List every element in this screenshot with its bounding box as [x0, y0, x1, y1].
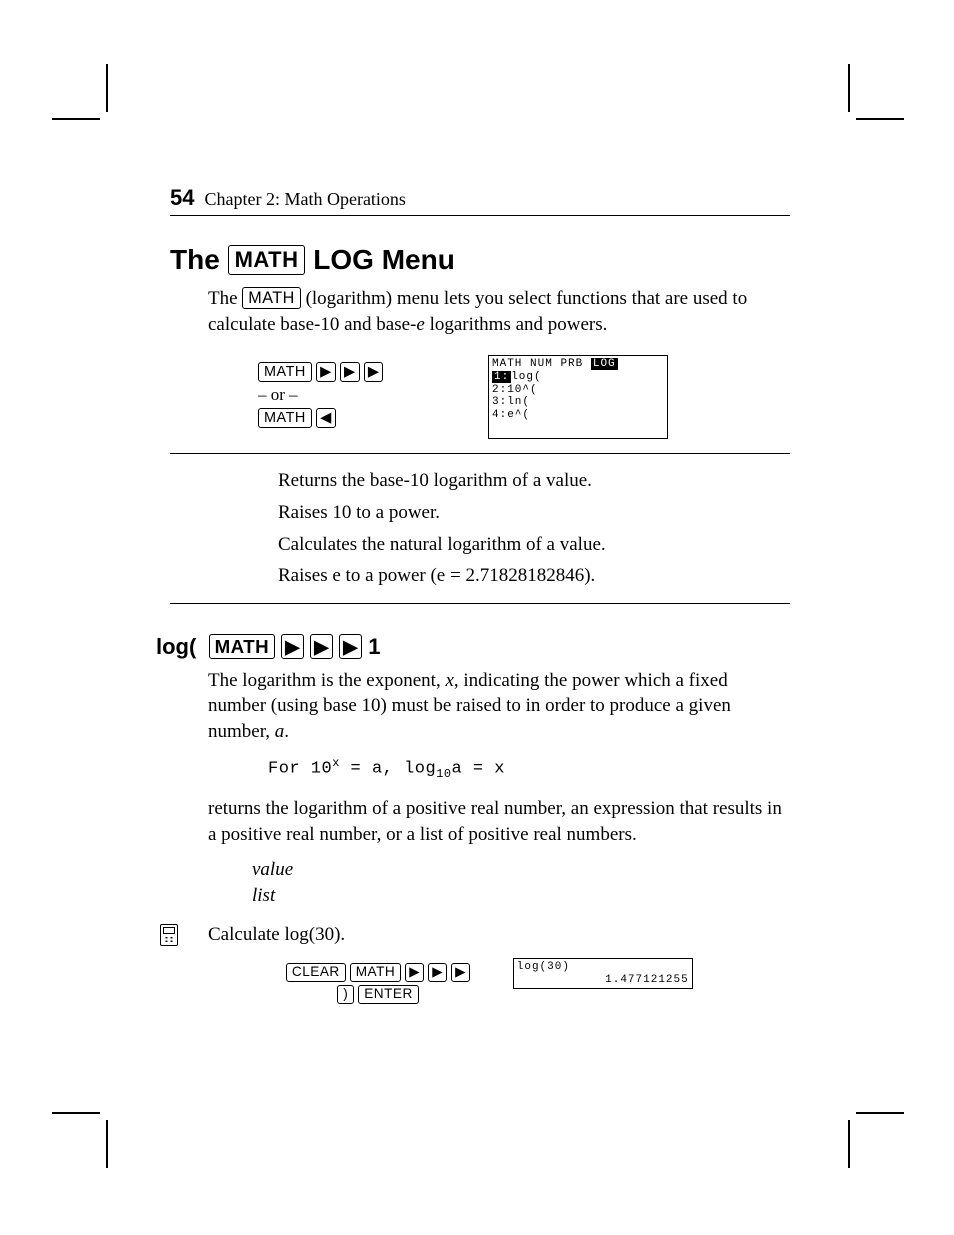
active-tab: LOG [591, 358, 618, 370]
example: Calculate log(30). CLEAR MATH ▶ ▶ ▶ ) EN… [208, 922, 790, 1005]
section-title: The MATH LOG Menu [170, 244, 790, 276]
crop-mark [106, 1120, 108, 1168]
intro-text: The MATH (logarithm) menu lets you selec… [208, 286, 790, 337]
right-arrow-key: ▶ [428, 963, 447, 982]
log-description: The logarithm is the exponent, x, indica… [208, 668, 790, 745]
right-arrow-key: ▶ [340, 362, 360, 382]
function-list: Returns the base-10 logarithm of a value… [278, 468, 790, 589]
math-key-icon: MATH [228, 245, 306, 275]
calculator-icon [160, 924, 178, 946]
right-arrow-key: ▶ [281, 634, 304, 659]
divider [170, 453, 790, 454]
menu-access-row: MATH ▶ ▶ ▶ – or – MATH ◀ MATH NUM PRB LO… [208, 355, 790, 439]
crop-mark [52, 1112, 100, 1114]
crop-mark [52, 118, 100, 120]
function-desc: Returns the base-10 logarithm of a value… [278, 468, 790, 494]
right-arrow-key: ▶ [405, 963, 424, 982]
math-key: MATH [258, 408, 312, 428]
menu-item: 2:10^( [492, 384, 664, 397]
subsection-title: log( MATH ▶ ▶ ▶ 1 [156, 634, 790, 660]
function-desc: Raises e to a power (e = 2.71828182846). [278, 563, 790, 589]
crop-mark [848, 1120, 850, 1168]
formula: For 10x = a, log10a = x [268, 755, 790, 782]
menu-item: 3:ln( [492, 396, 664, 409]
right-arrow-key: ▶ [339, 634, 362, 659]
crop-mark [106, 64, 108, 112]
example-keys: CLEAR MATH ▶ ▶ ▶ ) ENTER [208, 958, 508, 1005]
right-arrow-key: ▶ [364, 362, 384, 382]
selected-item: 1: [492, 371, 511, 383]
screen-result: 1.477121255 [517, 974, 689, 987]
math-key: MATH [258, 362, 312, 382]
close-paren-key: ) [337, 985, 354, 1004]
function-desc: Calculates the natural logarithm of a va… [278, 532, 790, 558]
or-text: – or – [258, 384, 488, 407]
calculator-screen: log(30) 1.477121255 [513, 958, 693, 989]
right-arrow-key: ▶ [316, 362, 336, 382]
math-key: MATH [209, 634, 276, 659]
math-key: MATH [242, 287, 301, 309]
returns-text: returns the logarithm of a positive real… [208, 796, 790, 847]
key-sequence: MATH ▶ ▶ ▶ – or – MATH ◀ [208, 355, 488, 430]
right-arrow-key: ▶ [310, 634, 333, 659]
crop-mark [856, 118, 904, 120]
divider [170, 603, 790, 604]
syntax-line: value [252, 857, 790, 883]
syntax-block: value list [252, 857, 790, 908]
screen-line: log(30) [517, 961, 689, 974]
function-desc: Raises 10 to a power. [278, 500, 790, 526]
right-arrow-key: ▶ [451, 963, 470, 982]
enter-key: ENTER [358, 985, 419, 1004]
left-arrow-key: ◀ [316, 408, 336, 428]
syntax-line: list [252, 883, 790, 909]
crop-mark [856, 1112, 904, 1114]
running-head: 54 Chapter 2: Math Operations [170, 185, 790, 216]
crop-mark [848, 64, 850, 112]
math-key: MATH [350, 963, 402, 982]
page-number: 54 [170, 185, 194, 210]
clear-key: CLEAR [286, 963, 346, 982]
menu-item: 4:e^( [492, 409, 664, 422]
calculator-screen: MATH NUM PRB LOG 1:log( 2:10^( 3:ln( 4:e… [488, 355, 668, 439]
chapter-title: Chapter 2: Math Operations [204, 189, 405, 209]
example-prompt: Calculate log(30). [208, 922, 790, 948]
